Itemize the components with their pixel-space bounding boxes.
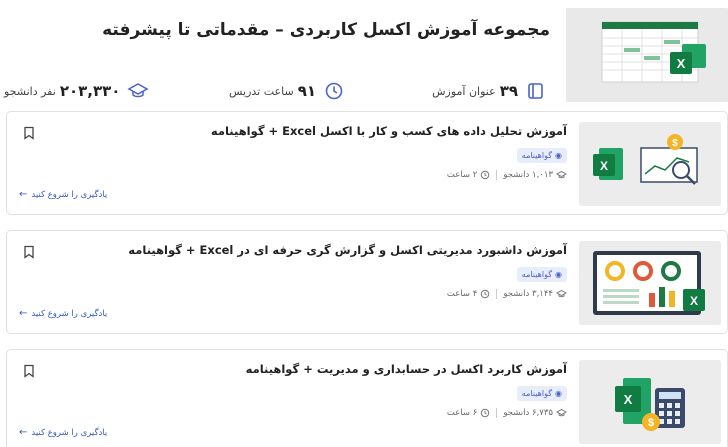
graduation-cap-icon (556, 289, 567, 299)
course-students: ۶,۷۳۵ دانشجو (503, 408, 553, 418)
collection-header: X مجموعه آموزش اکسل کاربردی – مقدماتی تا… (0, 8, 728, 104)
meta-divider (496, 170, 498, 180)
hours-count: ۹۱ (297, 82, 316, 100)
bookmark-icon[interactable] (23, 245, 35, 259)
course-title[interactable]: آموزش تحلیل داده های کسب و کار با اکسل E… (211, 124, 567, 138)
course-hours: ۶ ساعت (446, 408, 478, 418)
certificate-icon: ◉ (555, 270, 562, 279)
stat-hours: ۹۱ ساعت تدریس (229, 78, 346, 104)
svg-text:$: $ (672, 138, 678, 149)
clock-icon (480, 408, 490, 418)
bookmark-icon[interactable] (23, 126, 35, 140)
excel-sheet-illustration: X (566, 8, 728, 102)
start-learning-label: یادگیری را شروع کنید (31, 189, 108, 200)
start-learning-label: یادگیری را شروع کنید (31, 308, 108, 319)
arrow-left-icon: ← (19, 189, 28, 200)
certificate-badge-label: گواهینامه (521, 270, 553, 279)
clock-icon (480, 289, 490, 299)
course-card[interactable]: X $ آموزش تحلیل داده های کسب و کار با اک… (6, 111, 728, 215)
hours-label: ساعت تدریس (229, 84, 294, 98)
accounting-illustration: X $ (579, 360, 721, 444)
arrow-left-icon: ← (19, 308, 28, 319)
certificate-badge: ◉ گواهینامه (516, 267, 567, 282)
svg-text:X: X (600, 159, 608, 173)
course-thumbnail: X $ (579, 122, 721, 206)
start-learning-link[interactable]: یادگیری را شروع کنید ← (19, 189, 107, 200)
start-learning-label: یادگیری را شروع کنید (31, 427, 108, 438)
course-title[interactable]: آموزش داشبورد مدیریتی اکسل و گزارش گری ح… (128, 243, 567, 257)
graduation-cap-icon (126, 79, 150, 103)
meta-divider (496, 289, 498, 299)
course-meta: ۱,۰۱۳ دانشجو ۲ ساعت (447, 170, 567, 180)
certificate-badge-label: گواهینامه (521, 151, 553, 160)
lessons-label: عنوان آموزش (432, 84, 496, 98)
certificate-icon: ◉ (555, 151, 562, 160)
course-meta: ۳,۱۴۴ دانشجو ۴ ساعت (447, 289, 567, 299)
meta-divider (496, 408, 498, 418)
data-analysis-illustration: X $ (579, 122, 721, 206)
course-students: ۳,۱۴۴ دانشجو (503, 289, 553, 299)
book-icon (524, 79, 548, 103)
course-card[interactable]: X آموزش داشبورد مدیریتی اکسل و گزارش گری… (6, 230, 728, 334)
dashboard-illustration: X (579, 241, 721, 325)
stat-students: ۲۰۳,۳۳۰ نفر دانشجو (4, 78, 150, 104)
course-thumbnail: X $ (579, 360, 721, 444)
svg-text:X: X (690, 294, 698, 308)
svg-text:$: $ (648, 417, 654, 429)
course-title[interactable]: آموزش کاربرد اکسل در حسابداری و مدیریت +… (246, 362, 567, 376)
stat-lessons: ۳۹ عنوان آموزش (432, 78, 548, 104)
students-label: نفر دانشجو (4, 84, 56, 98)
course-card[interactable]: X $ آموزش کاربرد اکسل در حسابداری و مدیر… (6, 349, 728, 447)
course-meta: ۶,۷۳۵ دانشجو ۶ ساعت (447, 408, 567, 418)
certificate-badge: ◉ گواهینامه (516, 386, 567, 401)
students-count: ۲۰۳,۳۳۰ (59, 82, 121, 100)
svg-text:X: X (677, 56, 686, 71)
start-learning-link[interactable]: یادگیری را شروع کنید ← (19, 427, 107, 438)
collection-thumbnail: X (566, 8, 728, 102)
lessons-count: ۳۹ (499, 82, 518, 100)
bookmark-icon[interactable] (23, 364, 35, 378)
page-title: مجموعه آموزش اکسل کاربردی – مقدماتی تا پ… (102, 20, 550, 40)
certificate-icon: ◉ (555, 389, 562, 398)
course-thumbnail: X (579, 241, 721, 325)
course-students: ۱,۰۱۳ دانشجو (503, 170, 553, 180)
clock-icon (480, 170, 490, 180)
clock-icon (322, 79, 346, 103)
course-hours: ۴ ساعت (446, 289, 478, 299)
arrow-left-icon: ← (19, 427, 28, 438)
graduation-cap-icon (556, 408, 567, 418)
course-hours: ۲ ساعت (446, 170, 478, 180)
svg-text:X: X (624, 392, 633, 407)
graduation-cap-icon (556, 170, 567, 180)
certificate-badge: ◉ گواهینامه (516, 148, 567, 163)
start-learning-link[interactable]: یادگیری را شروع کنید ← (19, 308, 107, 319)
certificate-badge-label: گواهینامه (521, 389, 553, 398)
